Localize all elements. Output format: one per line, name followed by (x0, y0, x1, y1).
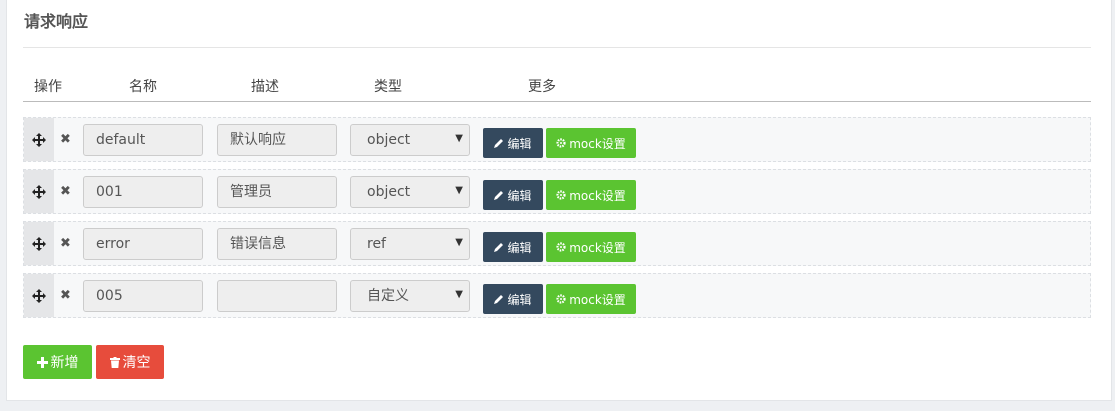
edit-button[interactable]: 编辑 (483, 128, 543, 158)
mock-settings-button[interactable]: mock设置 (546, 232, 636, 262)
table-row: ✖ error 错误信息 ref ▼ 编辑 mock设置 (23, 221, 1091, 266)
response-panel: 请求响应 操作 名称 描述 类型 更多 ✖ default 默认响应 objec… (6, 0, 1112, 401)
close-icon[interactable]: ✖ (60, 132, 71, 147)
table-row: ✖ default 默认响应 object ▼ 编辑 mock设置 (23, 117, 1091, 162)
gear-icon (556, 138, 566, 148)
header-more: 更多 (528, 79, 556, 95)
table-row: ✖ 001 管理员 object ▼ 编辑 mock设置 (23, 169, 1091, 214)
mock-button-label: mock设置 (569, 240, 626, 255)
type-select[interactable]: object ▼ (350, 124, 470, 156)
pencil-icon (494, 243, 504, 252)
add-button[interactable]: 新增 (23, 345, 92, 379)
name-input[interactable]: error (83, 228, 203, 260)
gear-icon (556, 242, 566, 252)
table-row: ✖ 005 自定义 ▼ 编辑 mock设置 (23, 273, 1091, 318)
mock-button-label: mock设置 (569, 188, 626, 203)
type-select-value: 自定义 (367, 288, 409, 304)
edit-button-label: 编辑 (507, 136, 532, 151)
edit-button-label: 编辑 (507, 188, 532, 203)
mock-button-label: mock设置 (569, 136, 626, 151)
chevron-down-icon: ▼ (455, 237, 463, 248)
section-title: 请求响应 (24, 12, 89, 31)
desc-input[interactable]: 错误信息 (217, 228, 337, 260)
type-select[interactable]: 自定义 ▼ (350, 280, 470, 312)
move-handle[interactable] (24, 274, 54, 317)
desc-input[interactable]: 默认响应 (217, 124, 337, 156)
mock-button-label: mock设置 (569, 292, 626, 307)
edit-button-label: 编辑 (507, 292, 532, 307)
edit-button-label: 编辑 (507, 240, 532, 255)
gear-icon (556, 294, 566, 304)
gear-icon (556, 190, 566, 200)
header-action: 操作 (34, 79, 62, 95)
chevron-down-icon: ▼ (455, 289, 463, 300)
move-handle[interactable] (24, 170, 54, 213)
arrows-move-icon (32, 132, 46, 147)
arrows-move-icon (32, 288, 46, 303)
desc-input[interactable]: 管理员 (217, 176, 337, 208)
header-type: 类型 (374, 79, 402, 95)
desc-input[interactable] (217, 280, 337, 312)
close-icon[interactable]: ✖ (60, 288, 71, 303)
pencil-icon (494, 191, 504, 200)
trash-icon (109, 356, 120, 368)
type-select-value: ref (367, 236, 386, 252)
close-icon[interactable]: ✖ (60, 184, 71, 199)
mock-settings-button[interactable]: mock设置 (546, 180, 636, 210)
add-button-label: 新增 (50, 355, 79, 371)
plus-icon (36, 356, 48, 368)
type-select-value: object (367, 184, 411, 200)
arrows-move-icon (32, 236, 46, 251)
clear-button[interactable]: 清空 (96, 345, 164, 379)
edit-button[interactable]: 编辑 (483, 284, 543, 314)
move-handle[interactable] (24, 222, 54, 265)
clear-button-label: 清空 (122, 355, 151, 371)
chevron-down-icon: ▼ (455, 133, 463, 144)
type-select-value: object (367, 132, 411, 148)
edit-button[interactable]: 编辑 (483, 180, 543, 210)
header-name: 名称 (129, 79, 157, 95)
name-input[interactable]: 005 (83, 280, 203, 312)
table-header: 操作 名称 描述 类型 更多 (23, 74, 1091, 102)
mock-settings-button[interactable]: mock设置 (546, 284, 636, 314)
header-desc: 描述 (251, 79, 279, 95)
name-input[interactable]: 001 (83, 176, 203, 208)
close-icon[interactable]: ✖ (60, 236, 71, 251)
type-select[interactable]: object ▼ (350, 176, 470, 208)
divider (23, 47, 1091, 48)
type-select[interactable]: ref ▼ (350, 228, 470, 260)
pencil-icon (494, 295, 504, 304)
name-input[interactable]: default (83, 124, 203, 156)
chevron-down-icon: ▼ (455, 185, 463, 196)
arrows-move-icon (32, 184, 46, 199)
move-handle[interactable] (24, 118, 54, 161)
pencil-icon (494, 139, 504, 148)
mock-settings-button[interactable]: mock设置 (546, 128, 636, 158)
edit-button[interactable]: 编辑 (483, 232, 543, 262)
